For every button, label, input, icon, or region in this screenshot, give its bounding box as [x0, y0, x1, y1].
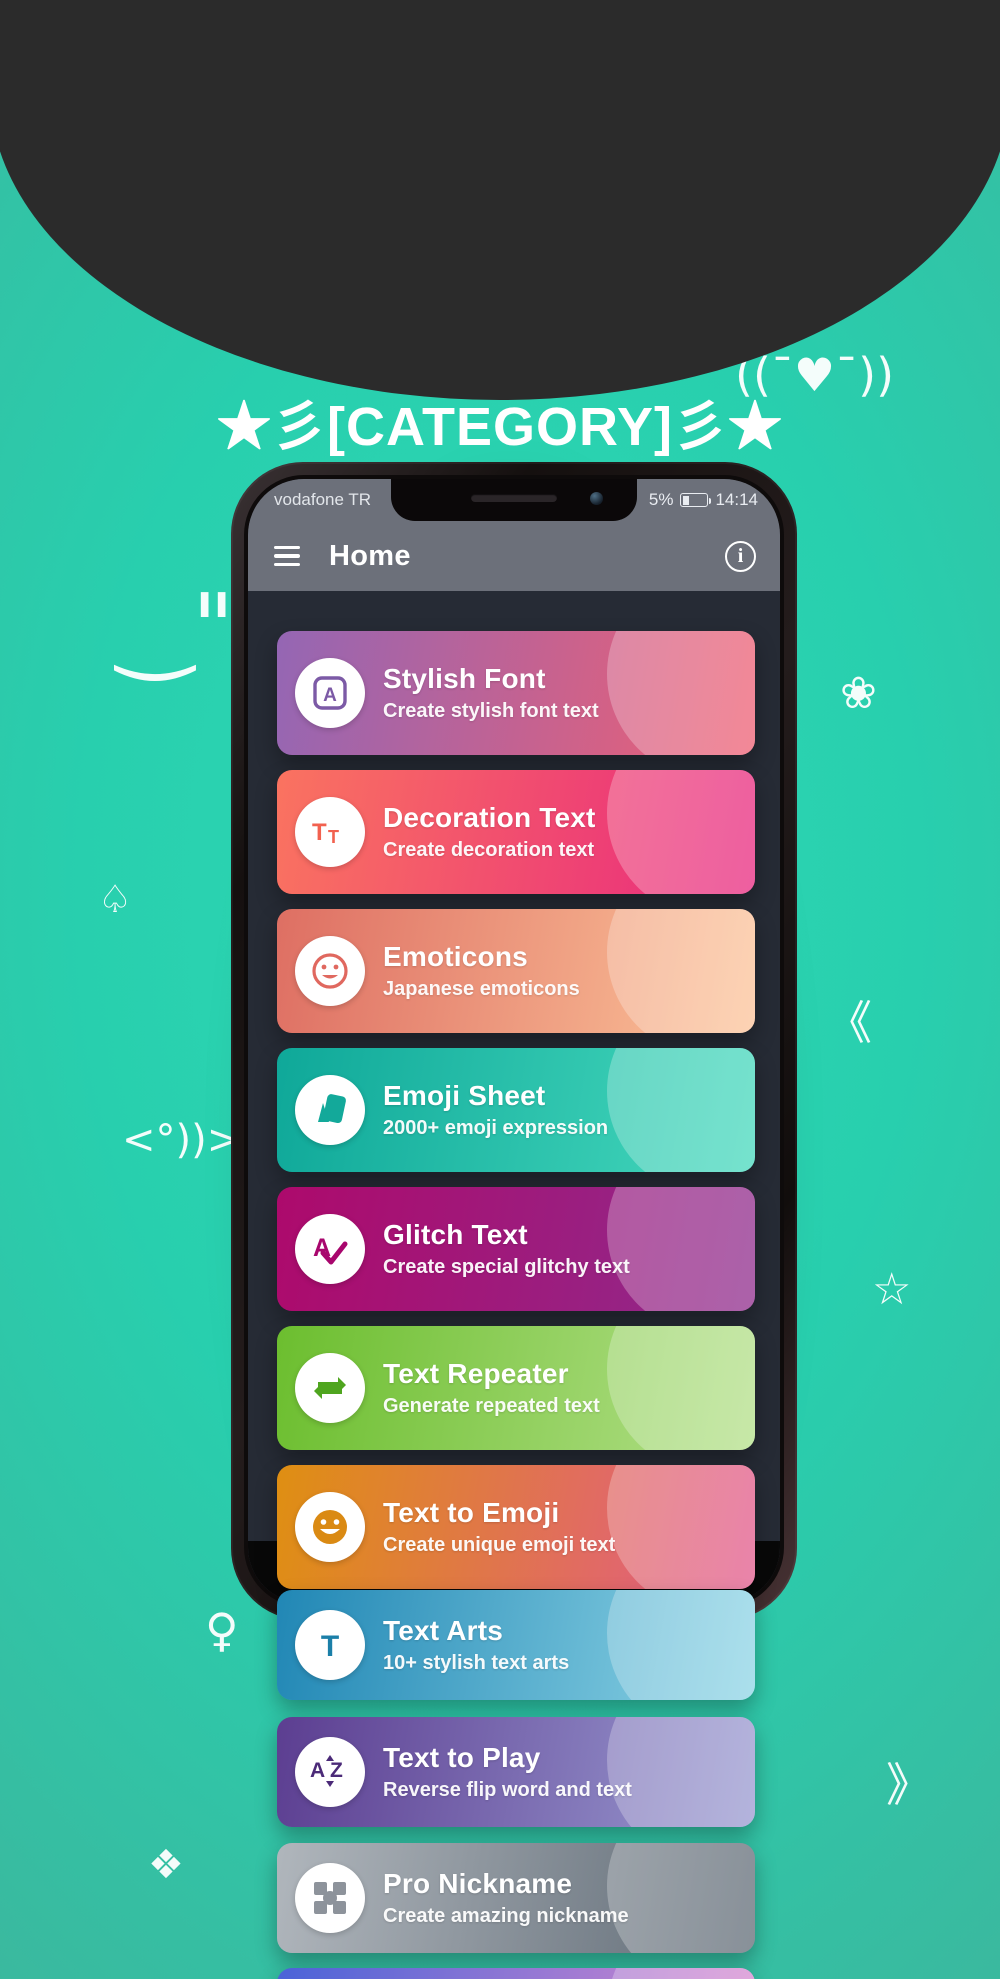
- card-text-block: Text to Emoji Create unique emoji text: [383, 1497, 615, 1556]
- card-text-block: Decoration Text Create decoration text: [383, 802, 596, 861]
- card-title: Text to Play: [383, 1742, 541, 1774]
- letter-t-icon: T: [295, 1610, 365, 1680]
- card-corner-blob: [607, 909, 755, 1033]
- feature-card-pro-nickname[interactable]: Pro Nickname Create amazing nickname: [277, 1843, 755, 1953]
- double-right-angle-decoration: 》: [886, 1758, 932, 1812]
- page-title: Home: [329, 539, 411, 572]
- a-z-translate-icon: AZ: [295, 1737, 365, 1807]
- front-camera: [590, 492, 603, 505]
- clock-label: 14:14: [715, 490, 758, 509]
- smiley-face-icon: [295, 936, 365, 1006]
- feature-card-text-to-emoji[interactable]: Text to Emoji Create unique emoji text: [277, 1465, 755, 1589]
- svg-text:T: T: [312, 819, 327, 846]
- card-text-block: Text Arts 10+ stylish text arts: [383, 1615, 569, 1674]
- card-corner-blob: [607, 631, 755, 755]
- svg-text:T: T: [321, 1630, 339, 1663]
- card-text-block: Emoji Sheet 2000+ emoji expression: [383, 1080, 608, 1139]
- card-text-block: Emoticons Japanese emoticons: [383, 941, 580, 1000]
- app-bar: Home i: [248, 521, 780, 591]
- earpiece-speaker: [471, 494, 557, 502]
- card-text-block: Stylish Font Create stylish font text: [383, 663, 599, 722]
- card-corner-blob: [607, 1048, 755, 1172]
- card-title: Pro Nickname: [383, 1868, 573, 1900]
- card-corner-blob: [607, 1326, 755, 1450]
- carrier-label: vodafone TR: [274, 490, 372, 509]
- svg-text:A: A: [323, 685, 337, 706]
- feature-card-emoji-sheet[interactable]: Emoji Sheet 2000+ emoji expression: [277, 1048, 755, 1172]
- card-title: Decoration Text: [383, 802, 596, 834]
- spade-decoration: ♤: [98, 877, 133, 921]
- card-title: Text to Emoji: [383, 1497, 560, 1529]
- card-subtitle: Reverse flip word and text: [383, 1778, 632, 1801]
- card-corner-blob: [607, 1968, 755, 1979]
- battery-icon: [680, 493, 712, 507]
- feature-card-decoration-text[interactable]: T T Decoration Text Create decoration text: [277, 770, 755, 894]
- card-title: Emoji Sheet: [383, 1080, 546, 1112]
- svg-text:A: A: [310, 1759, 325, 1782]
- feature-card-stylish-font[interactable]: A Stylish Font Create stylish font text: [277, 631, 755, 755]
- grin-face-icon: [295, 1492, 365, 1562]
- card-corner-blob: [607, 1465, 755, 1589]
- feature-card-emoticons[interactable]: Emoticons Japanese emoticons: [277, 909, 755, 1033]
- card-subtitle: Create special glitchy text: [383, 1255, 630, 1278]
- double-left-angle-decoration: 《: [826, 996, 872, 1050]
- svg-text:Z: Z: [330, 1759, 343, 1782]
- battery-percent-label: 5%: [648, 490, 674, 509]
- feature-card-glitch-text[interactable]: A Glitch Text Create special glitchy text: [277, 1187, 755, 1311]
- card-corner-blob: [607, 770, 755, 894]
- four-diamonds-decoration: ❖: [148, 1842, 184, 1888]
- letter-a-check-icon: A: [295, 1214, 365, 1284]
- status-bar-right: 5% 14:14: [649, 490, 758, 510]
- card-subtitle: Create decoration text: [383, 838, 595, 861]
- info-icon[interactable]: i: [725, 540, 756, 572]
- smiley-kaomoji-decoration: ‿": [118, 574, 235, 681]
- feature-card-text-repeater[interactable]: Text Repeater Generate repeated text: [277, 1326, 755, 1450]
- card-title: Text Arts: [383, 1615, 504, 1647]
- phone-notch: [391, 479, 637, 521]
- card-subtitle: Generate repeated text: [383, 1394, 600, 1417]
- svg-text:T: T: [328, 827, 339, 847]
- sheet-stack-icon: [295, 1075, 365, 1145]
- card-text-block: Pro Nickname Create amazing nickname: [383, 1868, 629, 1927]
- star-outline-decoration: ☆: [872, 1264, 912, 1315]
- double-t-icon: TT: [295, 797, 365, 867]
- feature-card-text-arts[interactable]: T Text Arts 10+ stylish text arts: [277, 1590, 755, 1700]
- card-subtitle: Japanese emoticons: [383, 977, 580, 1000]
- card-text-block: Glitch Text Create special glitchy text: [383, 1219, 630, 1278]
- feature-card-text-to-play[interactable]: A Z Text to Play Reverse flip word and text: [277, 1717, 755, 1827]
- flower-decoration: ❀: [840, 668, 877, 719]
- header-banner-shape: [0, 0, 1000, 400]
- card-subtitle: Create unique emoji text: [383, 1533, 616, 1556]
- heart-kaomoji-decoration: ((¯♥¯)): [735, 348, 895, 402]
- card-subtitle: Create stylish font text: [383, 699, 599, 722]
- card-subtitle: 2000+ emoji expression: [383, 1116, 609, 1139]
- feature-card-partial-bottom-card[interactable]: [277, 1968, 755, 1979]
- card-corner-blob: [607, 1843, 755, 1953]
- card-title: Stylish Font: [383, 663, 546, 695]
- card-text-block: Text to Play Reverse flip word and text: [383, 1742, 632, 1801]
- card-title: Text Repeater: [383, 1358, 569, 1390]
- letter-a-box-icon: A: [295, 658, 365, 728]
- repeat-arrows-icon: [295, 1353, 365, 1423]
- hamburger-icon[interactable]: [274, 545, 300, 567]
- card-title: Glitch Text: [383, 1219, 528, 1251]
- card-subtitle: Create amazing nickname: [383, 1904, 629, 1927]
- card-subtitle: 10+ stylish text arts: [383, 1651, 570, 1674]
- card-text-block: Text Repeater Generate repeated text: [383, 1358, 600, 1417]
- puzzle-grid-icon: [295, 1863, 365, 1933]
- card-corner-blob: [607, 1590, 755, 1700]
- card-title: Emoticons: [383, 941, 528, 973]
